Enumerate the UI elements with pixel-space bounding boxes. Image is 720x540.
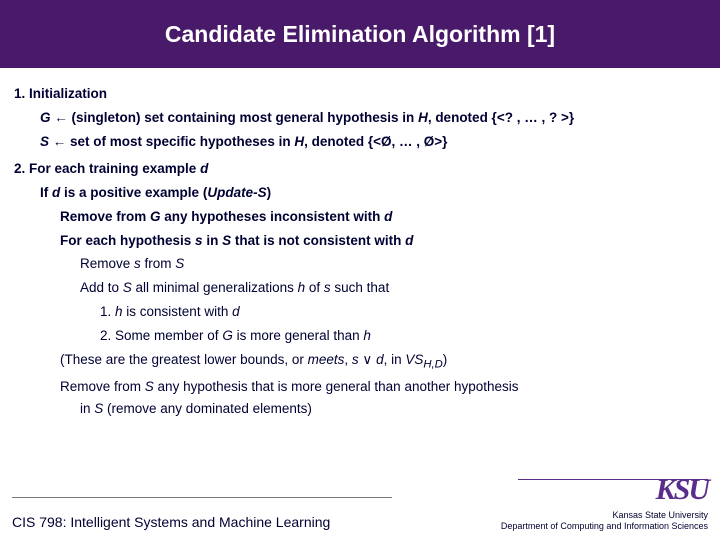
var-bigs: S bbox=[145, 379, 154, 394]
var-s: s bbox=[195, 233, 203, 248]
text: Add to bbox=[80, 280, 123, 295]
var-h: h bbox=[298, 280, 306, 295]
var-d: d bbox=[405, 233, 413, 248]
text: ← set of most specific hypotheses in bbox=[49, 134, 294, 149]
meets: meets bbox=[308, 352, 345, 367]
footer: CIS 798: Intelligent Systems and Machine… bbox=[0, 472, 720, 532]
var-s: S bbox=[40, 134, 49, 149]
var-d: d bbox=[52, 185, 60, 200]
text: all minimal generalizations bbox=[132, 280, 298, 295]
text: 2. Some member of bbox=[100, 328, 222, 343]
text: 2. For each training example bbox=[14, 161, 200, 176]
text: For each hypothesis bbox=[60, 233, 195, 248]
vs-sub: H,D bbox=[423, 359, 442, 371]
var-bigs: S bbox=[123, 280, 132, 295]
cond2: 2. Some member of G is more general than… bbox=[100, 326, 706, 347]
text: 1. bbox=[100, 304, 115, 319]
var-d: d bbox=[384, 209, 392, 224]
text: ) bbox=[267, 185, 272, 200]
ksu-logo: KSU bbox=[501, 472, 708, 508]
foreach-hypothesis: For each hypothesis s in S that is not c… bbox=[60, 231, 706, 252]
var-h: H bbox=[294, 134, 304, 149]
slide-body: 1. Initialization G ← (singleton) set co… bbox=[0, 68, 720, 420]
text: such that bbox=[331, 280, 390, 295]
var-bigs: S bbox=[222, 233, 231, 248]
text: ← (singleton) set containing most genera… bbox=[51, 110, 419, 125]
text: Remove bbox=[80, 256, 134, 271]
text: If bbox=[40, 185, 52, 200]
var-s: s bbox=[134, 256, 141, 271]
text: from bbox=[141, 256, 176, 271]
remove-from-g: Remove from G any hypotheses inconsisten… bbox=[60, 207, 706, 228]
var-g: G bbox=[40, 110, 51, 125]
text: , denoted {<Ø, … , Ø>} bbox=[304, 134, 447, 149]
var-h: H bbox=[418, 110, 428, 125]
line-s: S ← set of most specific hypotheses in H… bbox=[40, 132, 706, 153]
or-symbol: ∨ bbox=[359, 352, 376, 367]
remove-dominated: Remove from S any hypothesis that is mor… bbox=[60, 377, 706, 398]
text: any hypothesis that is more general than… bbox=[154, 379, 519, 394]
text: is more general than bbox=[233, 328, 364, 343]
text: , denoted {<? , … , ? >} bbox=[428, 110, 574, 125]
var-s: s bbox=[352, 352, 359, 367]
text: is a positive example ( bbox=[60, 185, 207, 200]
text: (remove any dominated elements) bbox=[103, 401, 312, 416]
section2-heading: 2. For each training example d bbox=[14, 159, 706, 180]
text: Remove from bbox=[60, 379, 145, 394]
var-h: h bbox=[363, 328, 371, 343]
var-d: d bbox=[232, 304, 240, 319]
var-g: G bbox=[222, 328, 233, 343]
text: , bbox=[344, 352, 352, 367]
var-d: d bbox=[376, 352, 384, 367]
var-g: G bbox=[150, 209, 161, 224]
cond1: 1. h is consistent with d bbox=[100, 302, 706, 323]
text: of bbox=[305, 280, 324, 295]
update-s: Update-S bbox=[207, 185, 266, 200]
var-s: s bbox=[324, 280, 331, 295]
footer-department: Department of Computing and Information … bbox=[501, 521, 708, 532]
var-bigs: S bbox=[94, 401, 103, 416]
text: in bbox=[203, 233, 223, 248]
var-h: h bbox=[115, 304, 123, 319]
footer-right: KSU Kansas State University Department o… bbox=[501, 472, 708, 532]
remove-dominated-cont: in S (remove any dominated elements) bbox=[80, 399, 706, 420]
slide-title: Candidate Elimination Algorithm [1] bbox=[165, 21, 555, 48]
text: any hypotheses inconsistent with bbox=[161, 209, 385, 224]
add-to-s: Add to S all minimal generalizations h o… bbox=[80, 278, 706, 299]
remove-s: Remove s from S bbox=[80, 254, 706, 275]
line-g: G ← (singleton) set containing most gene… bbox=[40, 108, 706, 129]
text: is consistent with bbox=[123, 304, 233, 319]
section1-heading: 1. Initialization bbox=[14, 84, 706, 105]
text: (These are the greatest lower bounds, or bbox=[60, 352, 308, 367]
if-positive: If d is a positive example (Update-S) bbox=[40, 183, 706, 204]
var-bigs: S bbox=[175, 256, 184, 271]
var-d: d bbox=[200, 161, 208, 176]
text: Remove from bbox=[60, 209, 150, 224]
text: ) bbox=[443, 352, 448, 367]
text: that is not consistent with bbox=[231, 233, 405, 248]
vs: VS bbox=[405, 352, 423, 367]
meets-note: (These are the greatest lower bounds, or… bbox=[60, 350, 706, 374]
footer-university: Kansas State University bbox=[501, 510, 708, 521]
text: in bbox=[80, 401, 94, 416]
text: , in bbox=[384, 352, 406, 367]
footer-course: CIS 798: Intelligent Systems and Machine… bbox=[12, 514, 330, 532]
title-band: Candidate Elimination Algorithm [1] bbox=[0, 0, 720, 68]
